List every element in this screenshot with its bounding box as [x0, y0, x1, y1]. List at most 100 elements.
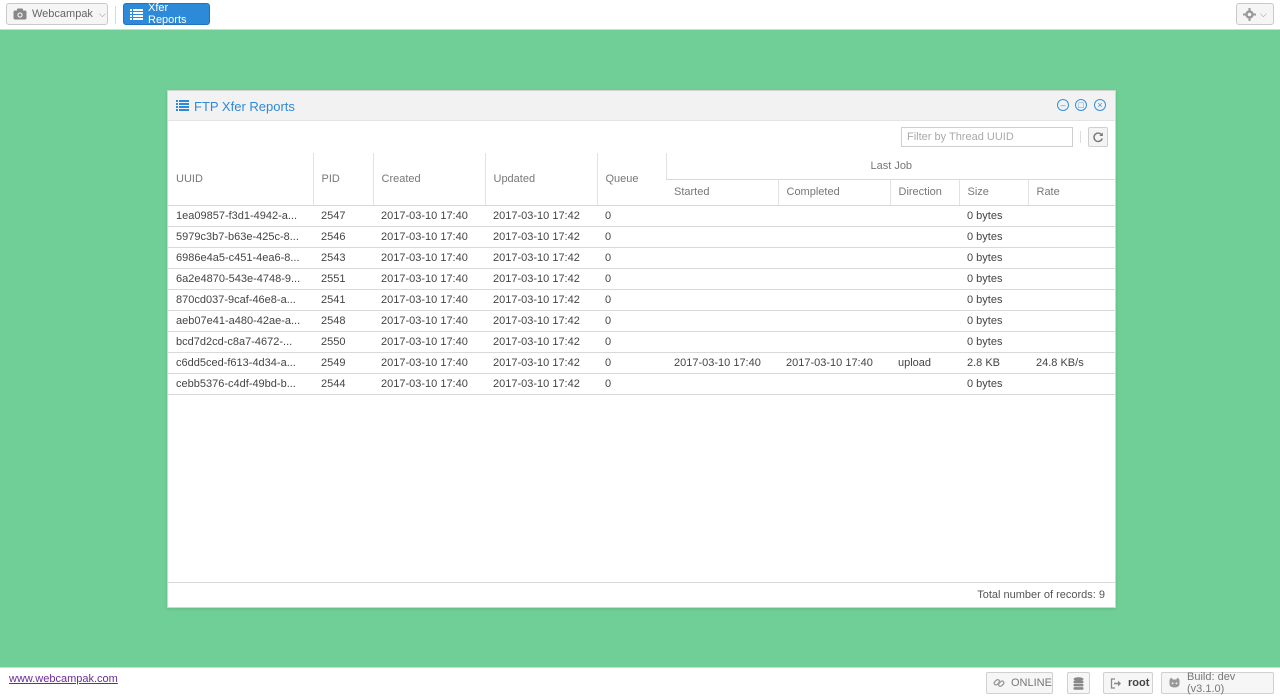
cell-rate — [1028, 331, 1117, 353]
cell-queue: 0 — [597, 310, 666, 332]
cell-queue: 0 — [597, 289, 666, 311]
top-toolbar: Webcampak ⌵ Xfer Reports ⌵ — [0, 0, 1280, 30]
cell-queue: 0 — [597, 373, 666, 395]
cell-rate — [1028, 226, 1117, 248]
cell-created: 2017-03-10 17:40 — [373, 226, 485, 248]
table-row[interactable]: bcd7d2cd-c8a7-4672-... 2550 2017-03-10 1… — [168, 331, 1117, 353]
table-row[interactable]: 6986e4a5-c451-4ea6-8... 2543 2017-03-10 … — [168, 247, 1117, 269]
column-header-pid[interactable]: PID — [312, 153, 373, 206]
cell-size: 0 bytes — [959, 331, 1028, 353]
cell-completed — [778, 373, 890, 395]
cell-size: 0 bytes — [959, 310, 1028, 332]
cell-pid: 2549 — [313, 352, 373, 374]
cell-queue: 0 — [597, 352, 666, 374]
column-header-started[interactable]: Started — [666, 179, 778, 206]
column-header-direction[interactable]: Direction — [889, 179, 959, 206]
database-button[interactable] — [1067, 672, 1090, 694]
cell-direction — [890, 289, 959, 311]
cell-started — [666, 310, 778, 332]
list-icon — [130, 8, 143, 20]
refresh-button[interactable] — [1088, 127, 1108, 147]
cell-started — [666, 247, 778, 269]
column-header-rate[interactable]: Rate — [1027, 179, 1117, 206]
cell-updated: 2017-03-10 17:42 — [485, 226, 597, 248]
cell-completed — [778, 268, 890, 290]
close-icon[interactable]: × — [1094, 99, 1106, 111]
thread-uuid-filter-input[interactable] — [901, 127, 1073, 147]
camera-icon — [13, 8, 27, 20]
cell-direction — [890, 226, 959, 248]
column-header-queue[interactable]: Queue — [596, 153, 666, 206]
cell-queue: 0 — [597, 205, 666, 227]
table-row[interactable]: 5979c3b7-b63e-425c-8... 2546 2017-03-10 … — [168, 226, 1117, 248]
filter-divider — [1080, 131, 1081, 143]
column-header-uuid[interactable]: UUID — [168, 153, 313, 206]
cell-uuid: 5979c3b7-b63e-425c-8... — [168, 226, 313, 248]
column-group-last-job: Last Job — [665, 153, 1117, 180]
minimize-icon[interactable]: – — [1057, 99, 1069, 111]
cell-started — [666, 289, 778, 311]
cell-pid: 2548 — [313, 310, 373, 332]
cell-created: 2017-03-10 17:40 — [373, 289, 485, 311]
website-link[interactable]: www.webcampak.com — [9, 673, 118, 685]
cell-pid: 2551 — [313, 268, 373, 290]
grid-footer-divider — [168, 582, 1115, 583]
cell-uuid: 870cd037-9caf-46e8-a... — [168, 289, 313, 311]
settings-menu-button[interactable]: ⌵ — [1236, 3, 1274, 25]
webcampak-menu-button[interactable]: Webcampak ⌵ — [6, 3, 108, 25]
cell-uuid: 6986e4a5-c451-4ea6-8... — [168, 247, 313, 269]
column-header-completed[interactable]: Completed — [777, 179, 890, 206]
table-row[interactable]: 1ea09857-f3d1-4942-a... 2547 2017-03-10 … — [168, 205, 1117, 227]
table-row[interactable]: cebb5376-c4df-49bd-b... 2544 2017-03-10 … — [168, 373, 1117, 395]
gear-icon — [1243, 7, 1256, 21]
cell-size: 0 bytes — [959, 247, 1028, 269]
cell-updated: 2017-03-10 17:42 — [485, 205, 597, 227]
cell-started — [666, 268, 778, 290]
cell-completed — [778, 205, 890, 227]
cell-direction — [890, 310, 959, 332]
cell-completed — [778, 247, 890, 269]
cell-started — [666, 373, 778, 395]
xfer-reports-button[interactable]: Xfer Reports — [123, 2, 210, 26]
database-icon — [1073, 676, 1084, 690]
user-label: root — [1128, 677, 1150, 689]
cell-rate: 24.8 KB/s — [1028, 352, 1117, 374]
cell-started — [666, 226, 778, 248]
cell-uuid: aeb07e41-a480-42ae-a... — [168, 310, 313, 332]
column-header-created[interactable]: Created — [372, 153, 485, 206]
table-row[interactable]: c6dd5ced-f613-4d34-a... 2549 2017-03-10 … — [168, 352, 1117, 374]
cell-rate — [1028, 289, 1117, 311]
cell-created: 2017-03-10 17:40 — [373, 268, 485, 290]
cell-queue: 0 — [597, 331, 666, 353]
cell-started — [666, 331, 778, 353]
cell-uuid: c6dd5ced-f613-4d34-a... — [168, 352, 313, 374]
user-logout-button[interactable]: root — [1103, 672, 1153, 694]
cell-updated: 2017-03-10 17:42 — [485, 373, 597, 395]
table-row[interactable]: 6a2e4870-543e-4748-9... 2551 2017-03-10 … — [168, 268, 1117, 290]
online-label: ONLINE — [1011, 677, 1052, 689]
cell-pid: 2543 — [313, 247, 373, 269]
cell-rate — [1028, 247, 1117, 269]
ftp-xfer-reports-window: FTP Xfer Reports – □ × UUID PID Created … — [167, 90, 1117, 608]
cell-uuid: cebb5376-c4df-49bd-b... — [168, 373, 313, 395]
cell-started: 2017-03-10 17:40 — [666, 352, 778, 374]
build-info-button[interactable]: Build: dev (v3.1.0) — [1161, 671, 1274, 695]
window-header[interactable]: FTP Xfer Reports – □ × — [168, 91, 1115, 121]
cell-updated: 2017-03-10 17:42 — [485, 289, 597, 311]
maximize-icon[interactable]: □ — [1075, 99, 1087, 111]
cell-rate — [1028, 205, 1117, 227]
table-row[interactable]: aeb07e41-a480-42ae-a... 2548 2017-03-10 … — [168, 310, 1117, 332]
table-row[interactable]: 870cd037-9caf-46e8-a... 2541 2017-03-10 … — [168, 289, 1117, 311]
list-icon — [176, 100, 189, 114]
xfer-reports-table: UUID PID Created Updated Queue Last Job … — [168, 153, 1117, 395]
column-header-size[interactable]: Size — [958, 179, 1028, 206]
cell-updated: 2017-03-10 17:42 — [485, 247, 597, 269]
cell-created: 2017-03-10 17:40 — [373, 352, 485, 374]
build-label: Build: dev (v3.1.0) — [1187, 671, 1236, 695]
cell-completed — [778, 310, 890, 332]
sign-out-icon — [1110, 677, 1122, 689]
github-icon — [1168, 677, 1181, 689]
online-status-button[interactable]: ONLINE — [986, 672, 1053, 694]
column-header-updated[interactable]: Updated — [484, 153, 597, 206]
cell-pid: 2547 — [313, 205, 373, 227]
